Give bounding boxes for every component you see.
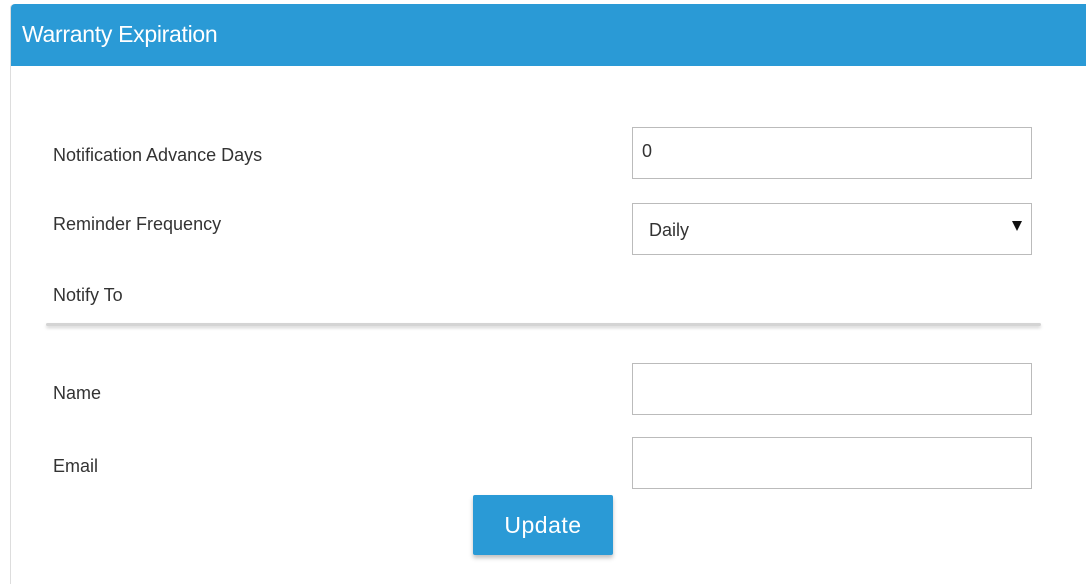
update-button[interactable]: Update bbox=[473, 495, 613, 555]
notify-to-label: Notify To bbox=[53, 285, 123, 305]
email-label: Email bbox=[53, 456, 99, 476]
email-input[interactable] bbox=[632, 437, 1032, 489]
panel-title: Warranty Expiration bbox=[22, 21, 218, 47]
reminder-frequency-select[interactable]: Daily bbox=[632, 203, 1032, 255]
section-divider bbox=[46, 323, 1041, 326]
caret-down-icon bbox=[1012, 221, 1022, 231]
reminder-frequency-label: Reminder Frequency bbox=[53, 214, 222, 234]
name-label: Name bbox=[53, 383, 102, 403]
notification-advance-days-label: Notification Advance Days bbox=[53, 145, 263, 165]
name-input[interactable] bbox=[632, 363, 1032, 415]
panel-header: Warranty Expiration bbox=[11, 4, 1086, 66]
notification-advance-days-input[interactable] bbox=[632, 127, 1032, 179]
reminder-frequency-selected-value: Daily bbox=[649, 220, 690, 240]
